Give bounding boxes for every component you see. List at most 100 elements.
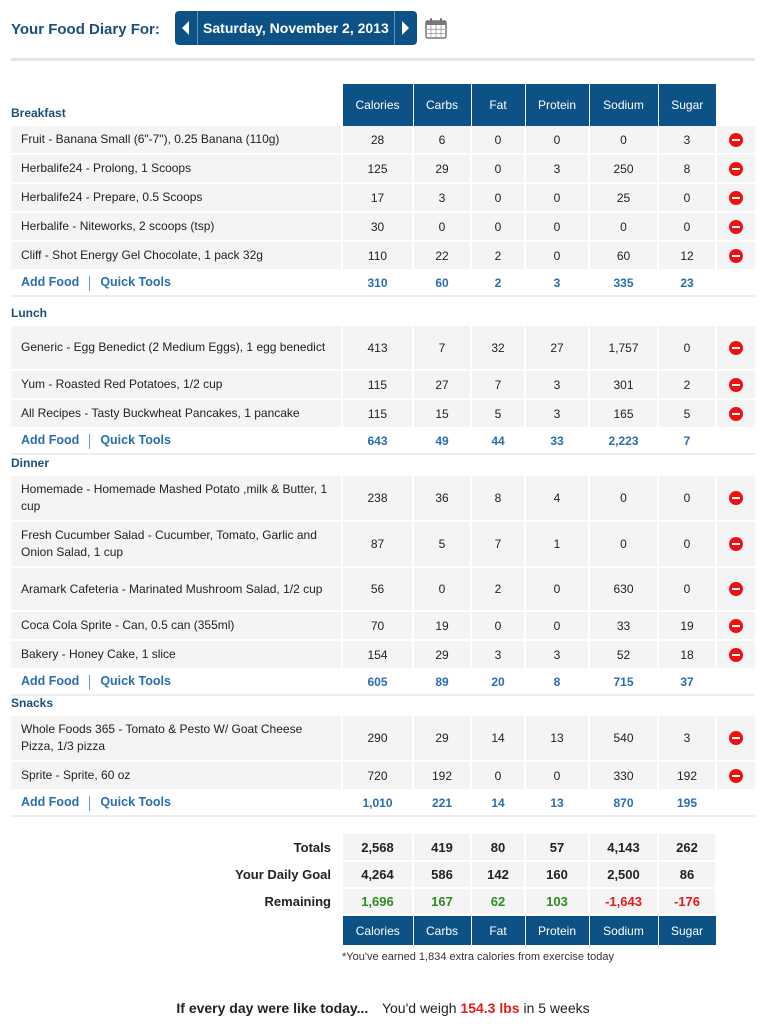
delete-entry-button[interactable] bbox=[716, 716, 755, 762]
food-entry-calories: 115 bbox=[342, 399, 414, 429]
food-entry-name[interactable]: Homemade - Homemade Mashed Potato ,milk … bbox=[11, 476, 343, 522]
meal-title-dinner: Dinner bbox=[11, 456, 50, 470]
food-entry-row: All Recipes - Tasty Buckwheat Pancakes, … bbox=[11, 399, 755, 429]
remaining-fat: 62 bbox=[471, 888, 526, 916]
remaining-protein: 103 bbox=[525, 888, 590, 916]
food-entry-sugar: 0 bbox=[658, 183, 717, 213]
food-entry-calories: 125 bbox=[342, 154, 414, 184]
food-entry-calories: 56 bbox=[342, 567, 414, 612]
remove-icon[interactable] bbox=[729, 731, 743, 746]
food-entry-name[interactable]: All Recipes - Tasty Buckwheat Pancakes, … bbox=[11, 399, 343, 429]
food-entry-row: Herbalife24 - Prolong, 1 Scoops 125 29 0 3 25… bbox=[11, 154, 755, 184]
remove-icon[interactable] bbox=[729, 161, 743, 176]
quick-tools-link[interactable]: Quick Tools bbox=[100, 275, 171, 289]
food-entry-protein: 0 bbox=[525, 212, 590, 242]
food-entry-name[interactable]: Fruit - Banana Small (6"-7"), 0.25 Banan… bbox=[11, 126, 343, 155]
delete-entry-button[interactable] bbox=[716, 326, 755, 371]
footer-sodium: Sodium bbox=[589, 915, 659, 945]
food-entry-carbs: 19 bbox=[413, 611, 472, 641]
previous-day-button[interactable] bbox=[175, 11, 198, 45]
food-entry-name[interactable]: Whole Foods 365 - Tomato & Pesto W/ Goat… bbox=[11, 716, 343, 762]
quick-tools-link[interactable]: Quick Tools bbox=[100, 795, 171, 809]
delete-entry-button[interactable] bbox=[716, 212, 755, 242]
food-entry-name[interactable]: Generic - Egg Benedict (2 Medium Eggs), … bbox=[11, 326, 343, 371]
current-date[interactable]: Saturday, November 2, 2013 bbox=[198, 11, 394, 45]
remove-icon[interactable] bbox=[729, 618, 743, 633]
delete-entry-button[interactable] bbox=[716, 476, 755, 522]
goal-fat: 142 bbox=[471, 861, 526, 889]
delete-entry-button[interactable] bbox=[716, 567, 755, 612]
delete-entry-button[interactable] bbox=[716, 183, 755, 213]
remove-icon[interactable] bbox=[729, 377, 743, 392]
food-entry-name[interactable]: Herbalife24 - Prepare, 0.5 Scoops bbox=[11, 183, 343, 213]
calendar-icon[interactable] bbox=[425, 17, 447, 39]
food-entry-fat: 0 bbox=[471, 183, 526, 213]
remaining-calories: 1,696 bbox=[342, 888, 414, 916]
food-entry-sugar: 5 bbox=[658, 399, 717, 429]
food-entry-calories: 413 bbox=[342, 326, 414, 371]
food-entry-name[interactable]: Herbalife24 - Prolong, 1 Scoops bbox=[11, 154, 343, 184]
footer-carbs: Carbs bbox=[413, 915, 472, 945]
food-entry-name[interactable]: Cliff - Shot Energy Gel Chocolate, 1 pac… bbox=[11, 241, 343, 271]
remaining-sodium: -1,643 bbox=[589, 888, 659, 916]
delete-entry-button[interactable] bbox=[716, 521, 755, 568]
chevron-left-icon bbox=[182, 21, 190, 35]
food-entry-fat: 0 bbox=[471, 212, 526, 242]
food-entry-fat: 5 bbox=[471, 399, 526, 429]
delete-entry-button[interactable] bbox=[716, 761, 755, 791]
food-entry-name[interactable]: Aramark Cafeteria - Marinated Mushroom S… bbox=[11, 567, 343, 612]
food-entry-row: Aramark Cafeteria - Marinated Mushroom S… bbox=[11, 567, 755, 612]
food-entry-calories: 30 bbox=[342, 212, 414, 242]
remove-icon[interactable] bbox=[729, 582, 743, 597]
food-entry-calories: 720 bbox=[342, 761, 414, 791]
column-header-calories: Calories bbox=[341, 84, 413, 126]
food-entry-calories: 238 bbox=[342, 476, 414, 522]
meal-header-row: Lunch bbox=[11, 290, 755, 326]
food-entry-sodium: 301 bbox=[589, 370, 659, 400]
remove-icon[interactable] bbox=[729, 132, 743, 147]
food-entry-carbs: 192 bbox=[413, 761, 472, 791]
remove-icon[interactable] bbox=[729, 647, 743, 662]
goal-protein: 160 bbox=[525, 861, 590, 889]
add-food-link[interactable]: Add Food bbox=[21, 275, 79, 289]
delete-entry-button[interactable] bbox=[716, 640, 755, 670]
remove-icon[interactable] bbox=[729, 219, 743, 234]
food-entry-fat: 0 bbox=[471, 126, 526, 155]
food-entry-fat: 7 bbox=[471, 521, 526, 568]
next-day-button[interactable] bbox=[393, 11, 417, 45]
delete-entry-button[interactable] bbox=[716, 154, 755, 184]
remove-icon[interactable] bbox=[729, 190, 743, 205]
delete-entry-button[interactable] bbox=[716, 126, 755, 155]
remove-icon[interactable] bbox=[729, 340, 743, 355]
projection-prefix: You'd weigh bbox=[381, 1000, 457, 1016]
food-entry-protein: 3 bbox=[525, 399, 590, 429]
food-entry-name[interactable]: Coca Cola Sprite - Can, 0.5 can (355ml) bbox=[11, 611, 343, 641]
daily-goal-label: Your Daily Goal bbox=[11, 861, 343, 889]
food-entry-sugar: 18 bbox=[658, 640, 717, 670]
delete-entry-button[interactable] bbox=[716, 370, 755, 400]
remove-icon[interactable] bbox=[729, 248, 743, 263]
food-entry-fat: 0 bbox=[471, 154, 526, 184]
remove-icon[interactable] bbox=[729, 768, 743, 783]
diary-header: Your Food Diary For: Saturday, November … bbox=[11, 11, 447, 45]
food-entry-sodium: 540 bbox=[589, 716, 659, 762]
goal-carbs: 586 bbox=[413, 861, 472, 889]
projected-weight: 154.3 lbs bbox=[460, 1000, 520, 1016]
remove-icon[interactable] bbox=[729, 406, 743, 421]
food-entry-name[interactable]: Bakery - Honey Cake, 1 slice bbox=[11, 640, 343, 670]
food-entry-name[interactable]: Fresh Cucumber Salad - Cucumber, Tomato,… bbox=[11, 521, 343, 568]
delete-entry-button[interactable] bbox=[716, 399, 755, 429]
food-entry-name[interactable]: Herbalife - Niteworks, 2 scoops (tsp) bbox=[11, 212, 343, 242]
delete-entry-button[interactable] bbox=[716, 241, 755, 271]
food-entry-fat: 2 bbox=[471, 241, 526, 271]
food-entry-name[interactable]: Yum - Roasted Red Potatoes, 1/2 cup bbox=[11, 370, 343, 400]
food-entry-name[interactable]: Sprite - Sprite, 60 oz bbox=[11, 761, 343, 791]
add-food-link[interactable]: Add Food bbox=[21, 795, 79, 809]
food-entry-carbs: 0 bbox=[413, 567, 472, 612]
food-entry-carbs: 5 bbox=[413, 521, 472, 568]
remove-icon[interactable] bbox=[729, 491, 743, 506]
remove-icon[interactable] bbox=[729, 537, 743, 552]
delete-entry-button[interactable] bbox=[716, 611, 755, 641]
food-entry-protein: 3 bbox=[525, 370, 590, 400]
meal-actions: Add Food Quick Tools bbox=[11, 790, 342, 817]
